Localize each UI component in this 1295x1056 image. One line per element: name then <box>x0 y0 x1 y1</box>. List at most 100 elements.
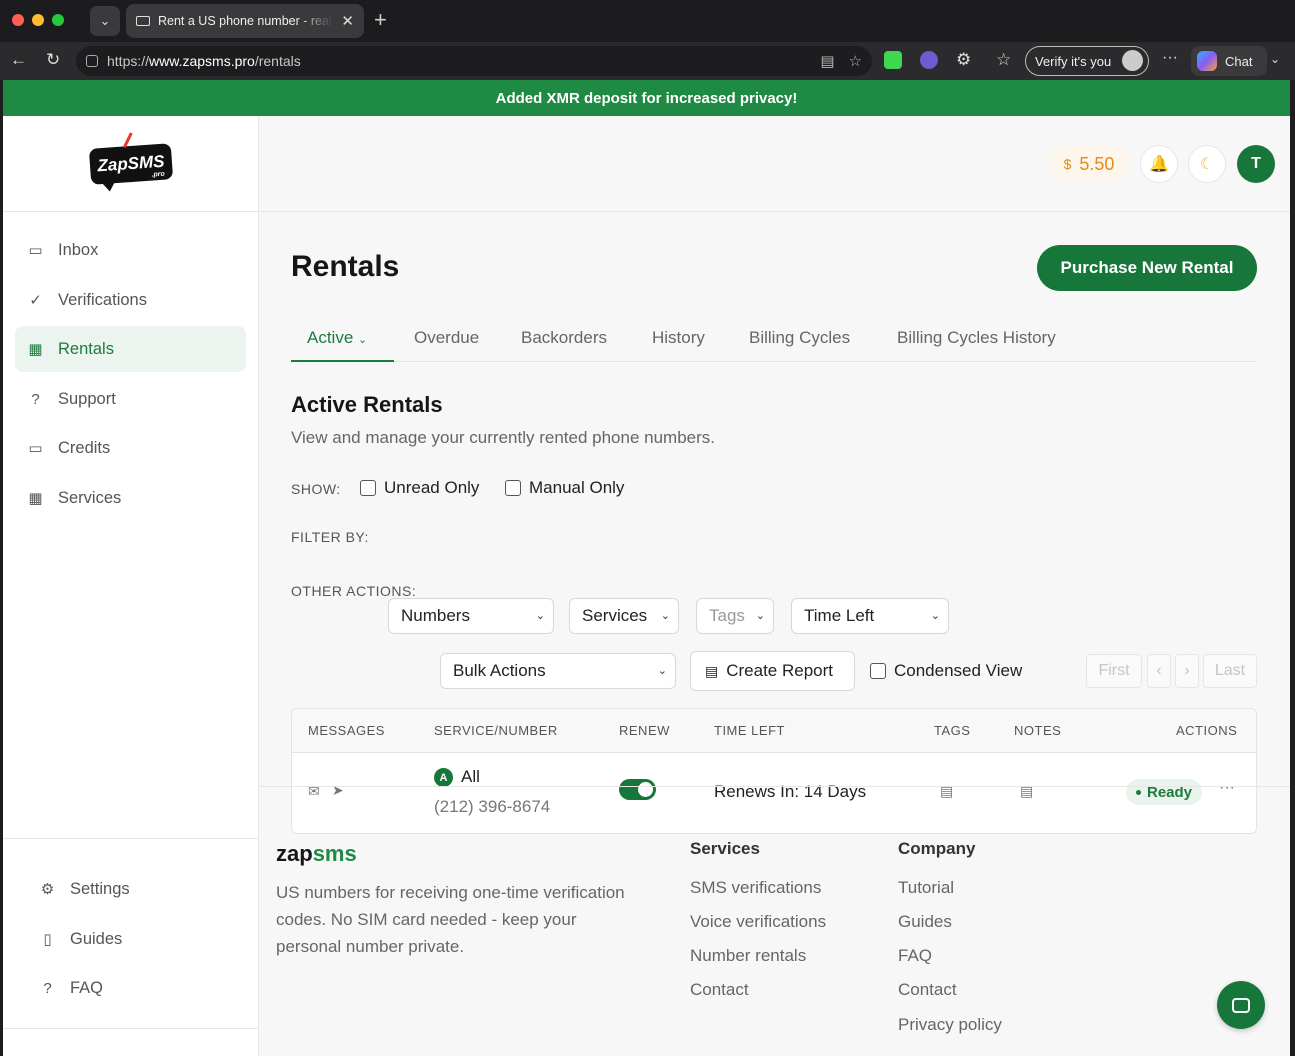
footer: zapsms US numbers for receiving one-time… <box>260 786 1290 1056</box>
live-chat-button[interactable] <box>1217 981 1265 1029</box>
document-icon: ▤ <box>705 662 719 679</box>
inbox-icon: ▭ <box>28 242 43 259</box>
footer-company-heading: Company <box>898 839 976 858</box>
chat-bubble-icon <box>1232 997 1250 1013</box>
user-avatar[interactable]: T <box>1237 145 1275 183</box>
sidebar-item-settings[interactable]: ⚙ Settings <box>27 866 258 912</box>
zapsms-logo[interactable]: ZapSMS .pro <box>88 132 174 185</box>
favorites-icon[interactable]: ☆ <box>996 50 1011 70</box>
table-header: MESSAGES SERVICE/NUMBER RENEW TIME LEFT … <box>292 709 1256 753</box>
numbers-filter-select[interactable]: Numbers ⌄ <box>388 598 554 634</box>
sidebar-item-guides[interactable]: ▯ Guides <box>27 916 258 962</box>
sidebar-item-faq[interactable]: ? FAQ <box>27 965 258 1011</box>
tab-close-icon[interactable]: ✕ <box>341 12 354 30</box>
footer-link-contact[interactable]: Contact <box>690 980 749 1000</box>
sidebar-item-verifications[interactable]: ✓ Verifications <box>15 277 246 323</box>
col-time-left: TIME LEFT <box>714 723 785 738</box>
col-notes: NOTES <box>1014 723 1062 738</box>
address-bar[interactable]: https://www.zapsms.pro/rentals ▤ ☆ <box>76 46 872 76</box>
footer-link-faq[interactable]: FAQ <box>898 946 932 966</box>
close-window-button[interactable] <box>12 14 24 26</box>
tab-active[interactable]: Active ⌄ <box>307 328 367 348</box>
time-left-filter-select[interactable]: Time Left ⌄ <box>791 598 949 634</box>
page: Added XMR deposit for increased privacy!… <box>3 80 1290 1056</box>
favorite-star-icon[interactable]: ☆ <box>849 52 862 70</box>
browser-tab[interactable]: Rent a US phone number - real n ✕ <box>126 4 364 38</box>
sidebar-item-rentals[interactable]: ▦ Rentals <box>15 326 246 372</box>
extension-green-icon[interactable] <box>884 51 902 69</box>
services-filter-select[interactable]: Services ⌄ <box>569 598 679 634</box>
footer-link-number-rentals[interactable]: Number rentals <box>690 946 806 966</box>
sidebar-item-credits[interactable]: ▭ Credits <box>15 425 246 471</box>
balance-badge[interactable]: $ 5.50 <box>1048 146 1130 182</box>
footer-link-sms-verifications[interactable]: SMS verifications <box>690 878 821 898</box>
footer-link-contact[interactable]: Contact <box>898 980 957 1000</box>
pager-last-button[interactable]: Last <box>1203 654 1257 688</box>
footer-brand[interactable]: zapsms <box>276 841 357 867</box>
reader-view-icon[interactable]: ▤ <box>820 52 834 70</box>
pager-next-button[interactable]: › <box>1175 654 1199 688</box>
tags-filter-select[interactable]: Tags ⌄ <box>696 598 774 634</box>
checkbox-box[interactable] <box>505 480 521 496</box>
extension-purple-icon[interactable] <box>920 51 938 69</box>
browser-titlebar: ⌄ Rent a US phone number - real n ✕ + <box>0 0 1295 42</box>
tab-overdue[interactable]: Overdue <box>414 328 479 348</box>
sidebar-item-services[interactable]: ▦ Services <box>15 475 246 521</box>
sidebar-item-label: Rentals <box>58 339 114 358</box>
checkbox-box[interactable] <box>870 663 886 679</box>
footer-link-guides[interactable]: Guides <box>898 912 952 932</box>
check-circle-icon: ✓ <box>29 292 42 309</box>
create-report-button[interactable]: ▤ Create Report <box>690 651 855 691</box>
book-icon: ▯ <box>43 931 52 948</box>
chevron-down-icon: ⌄ <box>358 334 368 346</box>
back-arrow-icon[interactable]: ← <box>10 50 27 70</box>
minimize-window-button[interactable] <box>32 14 44 26</box>
chevron-down-icon[interactable]: ⌄ <box>1270 52 1280 66</box>
chevron-down-icon: ⌄ <box>930 610 940 622</box>
help-icon: ? <box>31 390 40 408</box>
col-messages: MESSAGES <box>308 723 385 738</box>
footer-link-voice-verifications[interactable]: Voice verifications <box>690 912 826 932</box>
sidebar-divider <box>3 1028 259 1029</box>
bulk-actions-select[interactable]: Bulk Actions ⌄ <box>440 653 676 689</box>
tab-history[interactable]: History <box>652 328 705 348</box>
verify-profile-button[interactable]: Verify it's you <box>1025 46 1149 76</box>
footer-link-privacy-policy[interactable]: Privacy policy <box>898 1015 1002 1035</box>
checkbox-box[interactable] <box>360 480 376 496</box>
tab-billing-cycles-history[interactable]: Billing Cycles History <box>897 328 1056 348</box>
footer-link-tutorial[interactable]: Tutorial <box>898 878 954 898</box>
chat-label: Chat <box>1225 53 1253 69</box>
service-name: All <box>461 767 480 786</box>
manual-only-checkbox[interactable]: Manual Only <box>505 478 624 498</box>
top-bar: $ 5.50 🔔 ☾ T <box>260 116 1290 212</box>
reload-icon[interactable]: ↻ <box>46 50 60 70</box>
more-options-icon[interactable]: ··· <box>1162 49 1178 67</box>
tab-backorders[interactable]: Backorders <box>521 328 607 348</box>
pager-prev-button[interactable]: ‹ <box>1147 654 1171 688</box>
currency-symbol: $ <box>1063 156 1072 172</box>
sidebar-item-support[interactable]: ? Support <box>15 376 246 422</box>
tab-billing-cycles[interactable]: Billing Cycles <box>749 328 850 348</box>
footer-description: US numbers for receiving one-time verifi… <box>276 883 625 956</box>
unread-only-checkbox[interactable]: Unread Only <box>360 478 479 498</box>
section-subtitle: View and manage your currently rented ph… <box>291 428 715 447</box>
dark-mode-moon-icon[interactable]: ☾ <box>1188 145 1226 183</box>
lightning-bolt-icon <box>122 132 133 149</box>
condensed-view-checkbox[interactable]: Condensed View <box>870 661 1022 681</box>
tab-title: Rent a US phone number - real n <box>158 14 334 28</box>
sidebar-item-inbox[interactable]: ▭ Inbox <box>15 227 246 273</box>
notifications-bell-icon[interactable]: 🔔 <box>1140 145 1178 183</box>
pager-first-button[interactable]: First <box>1086 654 1142 688</box>
purchase-new-rental-button[interactable]: Purchase New Rental <box>1037 245 1257 291</box>
sidebar: ZapSMS .pro ▭ Inbox ✓ Verifications ▦ Re… <box>3 116 259 1056</box>
site-info-icon[interactable] <box>86 55 98 67</box>
page-title: Rentals <box>291 250 400 283</box>
filter-by-label: FILTER BY: <box>291 529 369 545</box>
new-tab-plus-icon[interactable]: + <box>374 8 387 32</box>
maximize-window-button[interactable] <box>52 14 64 26</box>
copilot-chat-button[interactable]: Chat <box>1191 46 1267 76</box>
chevron-down-icon: ⌄ <box>755 610 765 622</box>
sidebar-item-label: FAQ <box>70 978 104 997</box>
extensions-puzzle-icon[interactable]: ⚙ <box>956 50 971 70</box>
tab-list-chevron-icon[interactable]: ⌄ <box>90 6 120 36</box>
